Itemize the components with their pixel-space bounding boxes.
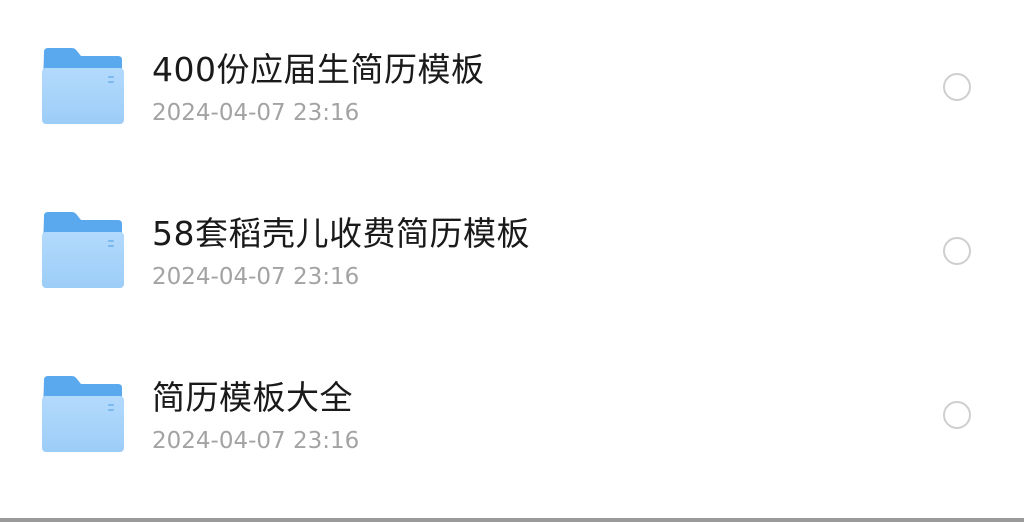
file-name: 简历模板大全 bbox=[152, 378, 353, 417]
folder-icon bbox=[40, 48, 124, 124]
file-date: 2024-04-07 23:16 bbox=[152, 100, 360, 126]
list-item[interactable]: 简历模板大全 2024-04-07 23:16 bbox=[0, 328, 1024, 492]
folder-icon bbox=[40, 212, 124, 288]
folder-icon bbox=[40, 376, 124, 452]
bottom-divider bbox=[0, 518, 1024, 522]
select-radio[interactable] bbox=[943, 237, 971, 265]
select-radio[interactable] bbox=[943, 401, 971, 429]
file-date: 2024-04-07 23:16 bbox=[152, 264, 360, 290]
list-item[interactable]: 400份应届生简历模板 2024-04-07 23:16 bbox=[0, 0, 1024, 164]
select-radio[interactable] bbox=[943, 73, 971, 101]
list-item[interactable]: 58套稻壳儿收费简历模板 2024-04-07 23:16 bbox=[0, 164, 1024, 328]
file-list: 400份应届生简历模板 2024-04-07 23:16 58套稻壳儿收费简历模… bbox=[0, 0, 1024, 522]
file-name: 400份应届生简历模板 bbox=[152, 50, 485, 89]
file-name: 58套稻壳儿收费简历模板 bbox=[152, 214, 530, 253]
file-date: 2024-04-07 23:16 bbox=[152, 428, 360, 454]
